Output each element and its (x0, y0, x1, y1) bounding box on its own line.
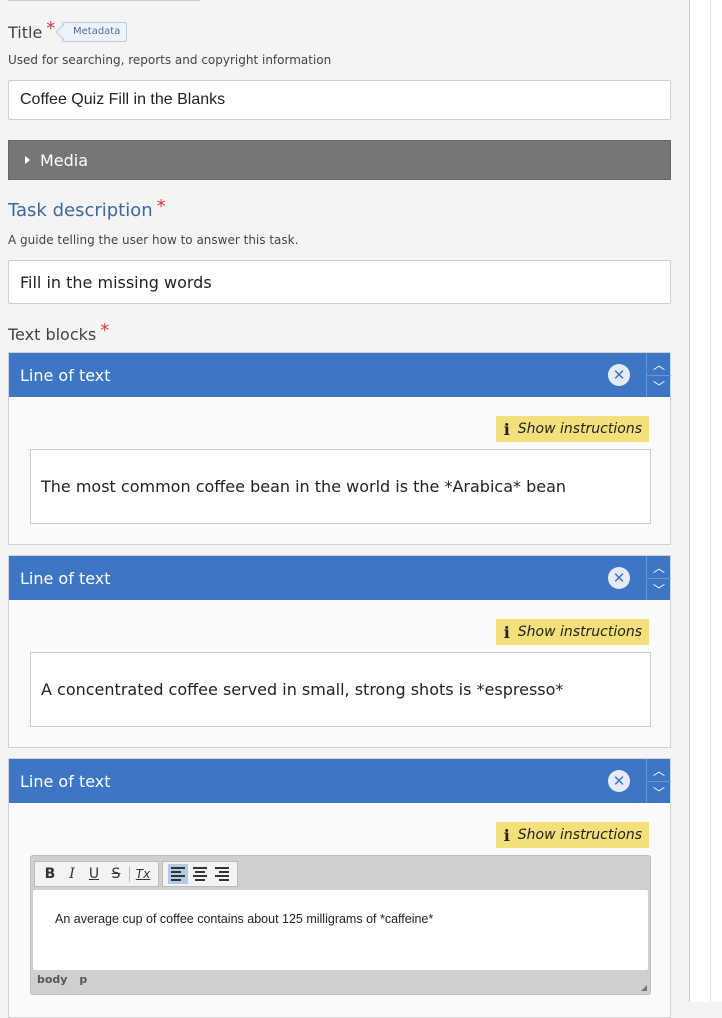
underline-button[interactable]: U (84, 864, 104, 884)
info-icon: i (503, 622, 510, 642)
media-section-toggle[interactable]: Media (8, 140, 671, 180)
show-instructions-label: Show instructions (517, 827, 642, 843)
order-controls: ︿ ﹀ (646, 759, 671, 803)
title-description: Used for searching, reports and copyrigh… (8, 53, 332, 67)
align-right-icon[interactable] (212, 864, 232, 884)
align-group (162, 861, 238, 887)
title-input[interactable]: Coffee Quiz Fill in the Blanks (8, 80, 671, 120)
show-instructions-button[interactable]: i Show instructions (495, 619, 649, 645)
chevron-down-icon[interactable]: ﹀ (647, 375, 671, 397)
media-label: Media (40, 150, 89, 170)
text-block-header[interactable]: Line of text ✕ ︿ ﹀ (9, 556, 671, 600)
element-path: body p (37, 973, 95, 986)
chevron-up-icon[interactable]: ︿ (647, 759, 671, 781)
required-mark: * (156, 196, 166, 217)
order-controls: ︿ ﹀ (646, 556, 671, 600)
show-instructions-label: Show instructions (517, 421, 642, 437)
editor-toolbar: B I U S Tx (34, 861, 241, 887)
editor-content-area[interactable]: An average cup of coffee contains about … (33, 890, 648, 970)
chevron-down-icon[interactable]: ﹀ (647, 781, 671, 803)
task-description-input[interactable]: Fill in the missing words (8, 260, 671, 304)
show-instructions-label: Show instructions (517, 624, 642, 640)
align-left-icon[interactable] (168, 864, 188, 884)
rich-text-editor: B I U S Tx An average cup of coffee cont… (30, 855, 651, 995)
title-label-wrap: Title * (8, 18, 55, 43)
bold-button[interactable]: B (40, 864, 60, 884)
align-center-icon[interactable] (190, 864, 210, 884)
text-block-header[interactable]: Line of text ✕ ︿ ﹀ (9, 759, 671, 803)
caret-right-icon (25, 156, 30, 164)
format-group: B I U S Tx (34, 861, 159, 887)
path-body[interactable]: body (37, 973, 67, 986)
text-block-1: Line of text ✕ ︿ ﹀ i Show instructions T… (8, 352, 671, 545)
close-icon[interactable]: ✕ (608, 567, 630, 589)
line-of-text-input[interactable]: The most common coffee bean in the world… (30, 449, 651, 524)
required-mark: * (46, 18, 56, 39)
order-controls: ︿ ﹀ (646, 353, 671, 397)
text-block-header[interactable]: Line of text ✕ ︿ ﹀ (9, 353, 671, 397)
show-instructions-button[interactable]: i Show instructions (495, 416, 649, 442)
path-p[interactable]: p (79, 973, 87, 986)
line-of-text-input[interactable]: A concentrated coffee served in small, s… (30, 652, 651, 727)
text-blocks-label-wrap: Text blocks * (8, 320, 109, 345)
toolbar-separator (129, 866, 130, 882)
text-block-title: Line of text (20, 568, 111, 588)
metadata-button[interactable]: Metadata (62, 22, 128, 42)
text-block-title: Line of text (20, 365, 111, 385)
right-sidebar (689, 0, 722, 1002)
close-icon[interactable]: ✕ (608, 364, 630, 386)
top-divider (8, 0, 200, 1)
chevron-up-icon[interactable]: ︿ (647, 353, 671, 375)
info-icon: i (503, 419, 510, 439)
strikethrough-button[interactable]: S (106, 864, 126, 884)
text-blocks-label: Text blocks (8, 325, 97, 344)
close-icon[interactable]: ✕ (608, 770, 630, 792)
metadata-label: Metadata (73, 26, 121, 37)
italic-button[interactable]: I (62, 864, 82, 884)
info-icon: i (503, 825, 510, 845)
text-block-3: Line of text ✕ ︿ ﹀ i Show instructions B… (8, 758, 671, 1018)
title-label: Title (8, 23, 43, 42)
show-instructions-button[interactable]: i Show instructions (495, 822, 649, 848)
resize-handle-icon[interactable] (641, 985, 647, 991)
chevron-up-icon[interactable]: ︿ (647, 556, 671, 578)
task-description-help: A guide telling the user how to answer t… (8, 233, 299, 247)
chevron-down-icon[interactable]: ﹀ (647, 578, 671, 600)
text-block-2: Line of text ✕ ︿ ﹀ i Show instructions A… (8, 555, 671, 748)
task-description-label: Task description (8, 200, 153, 221)
task-description-label-wrap: Task description * (8, 196, 166, 221)
text-block-title: Line of text (20, 771, 111, 791)
sidebar-divider (710, 0, 711, 1002)
required-mark: * (100, 320, 110, 341)
remove-format-button[interactable]: Tx (133, 864, 153, 884)
